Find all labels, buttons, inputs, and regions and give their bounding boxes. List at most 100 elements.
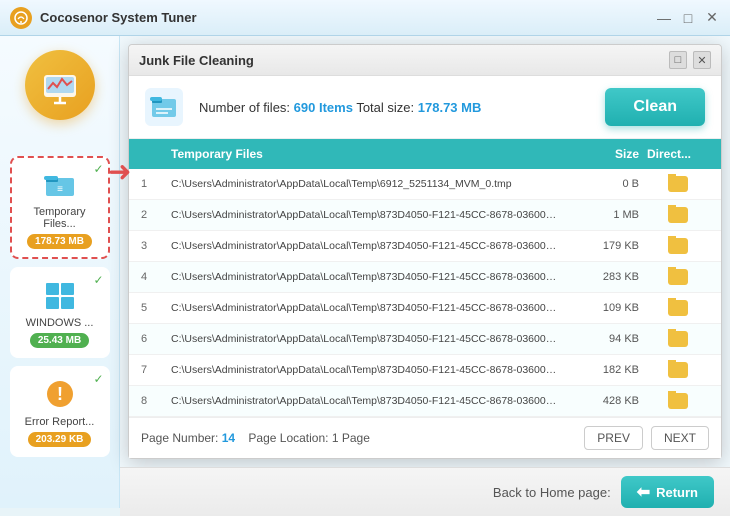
- windows-badge: 25.43 MB: [30, 333, 89, 348]
- row-dir: [643, 205, 713, 225]
- info-bar: Number of files: 690 Items Total size: 1…: [129, 76, 721, 139]
- table-row: 5 C:\Users\Administrator\AppData\Local\T…: [129, 293, 721, 324]
- next-button[interactable]: NEXT: [651, 426, 709, 450]
- check-icon-3: ✓: [93, 372, 103, 386]
- table-row: 7 C:\Users\Administrator\AppData\Local\T…: [129, 355, 721, 386]
- windows-icon: [42, 277, 78, 313]
- folder-icon[interactable]: [668, 362, 688, 378]
- app-title: Cocosenor System Tuner: [40, 10, 656, 25]
- modal-title-bar: Junk File Cleaning □ ✕: [129, 45, 721, 76]
- minimize-button[interactable]: —: [656, 10, 672, 26]
- row-num: 7: [137, 362, 167, 378]
- col-num: [137, 145, 167, 163]
- return-button[interactable]: ⬅ Return: [621, 476, 714, 508]
- file-count: 690 Items: [294, 100, 353, 115]
- close-button[interactable]: ✕: [704, 10, 720, 26]
- windows-label: WINDOWS ...: [26, 317, 94, 329]
- row-size: 94 KB: [563, 331, 643, 347]
- info-text: Number of files: 690 Items Total size: 1…: [199, 100, 589, 115]
- table-header: Temporary Files Size Direct...: [129, 139, 721, 169]
- error-report-badge: 203.29 KB: [28, 432, 92, 447]
- temp-files-label: Temporary Files...: [18, 206, 102, 230]
- row-num: 3: [137, 238, 167, 254]
- row-path: C:\Users\Administrator\AppData\Local\Tem…: [167, 393, 563, 409]
- loc-label: Page Location:: [248, 431, 328, 445]
- row-path: C:\Users\Administrator\AppData\Local\Tem…: [167, 238, 563, 254]
- row-path: C:\Users\Administrator\AppData\Local\Tem…: [167, 207, 563, 223]
- row-size: 179 KB: [563, 238, 643, 254]
- row-size: 283 KB: [563, 269, 643, 285]
- row-dir: [643, 267, 713, 287]
- content-area: Junk File Cleaning □ ✕ Numb: [120, 36, 730, 508]
- temp-files-badge: 178.73 MB: [27, 234, 92, 249]
- table-row: 6 C:\Users\Administrator\AppData\Local\T…: [129, 324, 721, 355]
- row-path: C:\Users\Administrator\AppData\Local\Tem…: [167, 300, 563, 316]
- sidebar-item-windows[interactable]: ✓ WINDOWS ... 25.43 MB: [10, 267, 110, 358]
- folder-icon[interactable]: [668, 207, 688, 223]
- col-size: Size: [563, 145, 643, 163]
- folder-icon[interactable]: [668, 300, 688, 316]
- svg-text:!: !: [57, 384, 63, 404]
- page-location: 1 Page: [332, 431, 370, 445]
- folder-icon[interactable]: [668, 238, 688, 254]
- row-num: 2: [137, 207, 167, 223]
- row-size: 109 KB: [563, 300, 643, 316]
- folder-icon[interactable]: [668, 176, 688, 192]
- modal-maximize-button[interactable]: □: [669, 51, 687, 69]
- modal-title: Junk File Cleaning: [139, 53, 669, 68]
- table-row: 1 C:\Users\Administrator\AppData\Local\T…: [129, 169, 721, 200]
- row-size: 428 KB: [563, 393, 643, 409]
- folder-icon[interactable]: [668, 393, 688, 409]
- sidebar: ➜ ✓ ≡ Temporary Files... 178.73 MB ✓: [0, 36, 120, 508]
- row-dir: [643, 298, 713, 318]
- row-num: 8: [137, 393, 167, 409]
- total-size: 178.73 MB: [418, 100, 482, 115]
- row-path: C:\Users\Administrator\AppData\Local\Tem…: [167, 176, 563, 192]
- selection-arrow: ➜: [108, 155, 131, 188]
- row-path: C:\Users\Administrator\AppData\Local\Tem…: [167, 331, 563, 347]
- files-icon: [145, 88, 183, 126]
- error-report-icon: !: [42, 376, 78, 412]
- folder-icon[interactable]: [668, 331, 688, 347]
- modal-close-button[interactable]: ✕: [693, 51, 711, 69]
- col-dir: Direct...: [643, 145, 713, 163]
- row-num: 1: [137, 176, 167, 192]
- title-bar: Cocosenor System Tuner — □ ✕: [0, 0, 730, 36]
- window-controls: — □ ✕: [656, 10, 720, 26]
- info-middle: Total size:: [356, 100, 414, 115]
- row-size: 182 KB: [563, 362, 643, 378]
- row-path: C:\Users\Administrator\AppData\Local\Tem…: [167, 269, 563, 285]
- table-row: 8 C:\Users\Administrator\AppData\Local\T…: [129, 386, 721, 417]
- clean-button[interactable]: Clean: [605, 88, 705, 126]
- row-size: 1 MB: [563, 207, 643, 223]
- table-row: 3 C:\Users\Administrator\AppData\Local\T…: [129, 231, 721, 262]
- check-icon-2: ✓: [93, 273, 103, 287]
- row-dir: [643, 174, 713, 194]
- maximize-button[interactable]: □: [680, 10, 696, 26]
- sidebar-item-temp-files[interactable]: ✓ ≡ Temporary Files... 178.73 MB: [10, 156, 110, 259]
- row-path: C:\Users\Administrator\AppData\Local\Tem…: [167, 362, 563, 378]
- svg-text:≡: ≡: [57, 184, 63, 195]
- row-num: 6: [137, 331, 167, 347]
- table-rows: 1 C:\Users\Administrator\AppData\Local\T…: [129, 169, 721, 417]
- page-label: Page Number:: [141, 431, 218, 445]
- prev-button[interactable]: PREV: [584, 426, 643, 450]
- modal-controls: □ ✕: [669, 51, 711, 69]
- pagination-bar: Page Number: 14 Page Location: 1 Page PR…: [129, 417, 721, 458]
- col-name: Temporary Files: [167, 145, 563, 163]
- row-num: 5: [137, 300, 167, 316]
- folder-icon[interactable]: [668, 269, 688, 285]
- footer: Back to Home page: ⬅ Return: [120, 467, 730, 516]
- app-logo: [10, 7, 32, 29]
- return-icon: ⬅: [637, 482, 650, 502]
- sidebar-item-error-report[interactable]: ✓ ! Error Report... 203.29 KB: [10, 366, 110, 457]
- row-dir: [643, 329, 713, 349]
- sidebar-main-icon: [25, 50, 95, 120]
- return-label: Return: [656, 485, 698, 500]
- modal-window: Junk File Cleaning □ ✕ Numb: [128, 44, 722, 459]
- file-table: Temporary Files Size Direct... 1 C:\User…: [129, 139, 721, 417]
- row-dir: [643, 360, 713, 380]
- info-prefix: Number of files:: [199, 100, 290, 115]
- check-icon: ✓: [93, 162, 103, 176]
- row-dir: [643, 236, 713, 256]
